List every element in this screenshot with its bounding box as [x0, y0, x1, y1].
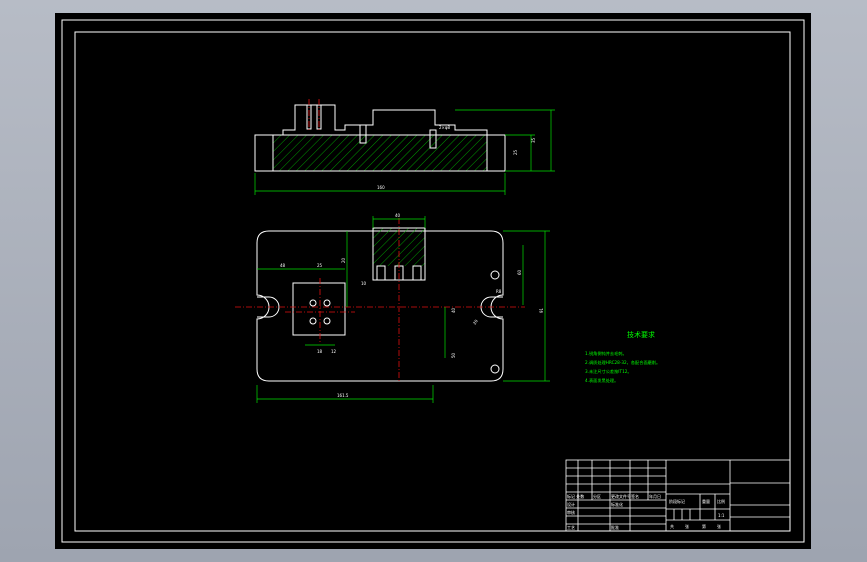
tb-date: 年月日: [649, 493, 661, 499]
tb-process: 工艺: [567, 525, 575, 530]
dim-bottom-width: 161.5: [337, 393, 349, 398]
dim-right-height: 60: [517, 269, 522, 275]
cad-drawing: 160 25 35 2×φ8 40 48 25 91 60 20 50 40 1…: [61, 19, 805, 543]
tb-sheet-unit-b: 张: [717, 523, 721, 529]
tb-standard: 标准化: [611, 501, 623, 507]
dim-left-sub: 25: [317, 263, 323, 268]
tb-zone: 分区: [593, 493, 601, 499]
section-hatch: [273, 135, 487, 171]
technical-notes: 技术要求 1.锐角倒钝并去毛刺。 2.调质处理HRC28-32，各配合面磨削。 …: [585, 330, 660, 384]
tb-signature: 签名: [631, 493, 639, 499]
plan-view: 40 48 25 91 60 20 50 40 18 12 R8 20 161.…: [235, 213, 550, 403]
tb-approve: 批准: [611, 524, 619, 530]
note-line-1: 1.锐角倒钝并去毛刺。: [585, 350, 627, 357]
dim-overall-height: 91: [539, 307, 544, 313]
outer-border: [61, 19, 805, 543]
tb-sheet-unit-a: 张: [685, 523, 689, 529]
dim-hole: 2×φ8: [439, 125, 451, 130]
tb-weight: 重量: [702, 498, 710, 504]
title-block: 标记 处数 设计 审核 工艺 分区 更改文件号 签名 年月日 标准化 批准 阶段…: [565, 459, 791, 532]
tb-review: 审核: [567, 509, 575, 515]
tb-change-doc: 更改文件号: [611, 493, 631, 499]
notes-title: 技术要求: [627, 330, 655, 339]
dim-overall-width: 160: [377, 185, 385, 190]
tb-sheet-no: 第: [702, 523, 706, 529]
dim-left-offset: 48: [280, 263, 286, 268]
tb-sheet-total: 共: [670, 523, 674, 529]
tb-scale: 1:1: [718, 513, 725, 518]
cad-viewport[interactable]: 160 25 35 2×φ8 40 48 25 91 60 20 50 40 1…: [55, 13, 811, 549]
dim-block-width: 40: [395, 213, 401, 218]
dim-hole-spacing-b: 12: [331, 349, 337, 354]
clamp-pad: [292, 282, 346, 336]
dim-vertical-a: 20: [341, 257, 346, 263]
note-line-3: 3.未注尺寸公差按IT12。: [585, 368, 632, 375]
note-line-4: 4.表面发黑处理。: [585, 377, 618, 384]
dim-slot-radius: R8: [496, 289, 502, 294]
section-view: 160 25 35 2×φ8: [254, 99, 555, 195]
note-line-2: 2.调质处理HRC28-32，各配合面磨削。: [585, 359, 660, 366]
dim-height-b: 35: [531, 137, 536, 143]
dim-vertical-c: 40: [451, 307, 456, 313]
tb-mark: 标记 处数: [567, 493, 584, 499]
dim-height-a: 25: [513, 149, 518, 155]
dim-angle: 20: [472, 318, 479, 325]
tb-design: 设计: [567, 501, 575, 507]
dim-small: 10: [361, 281, 367, 286]
tb-stage: 阶段标记: [669, 498, 685, 504]
tb-ratio: 比例: [717, 498, 725, 504]
dim-vertical-b: 50: [451, 352, 456, 358]
dim-hole-spacing: 18: [317, 349, 323, 354]
inner-border: [74, 31, 791, 532]
